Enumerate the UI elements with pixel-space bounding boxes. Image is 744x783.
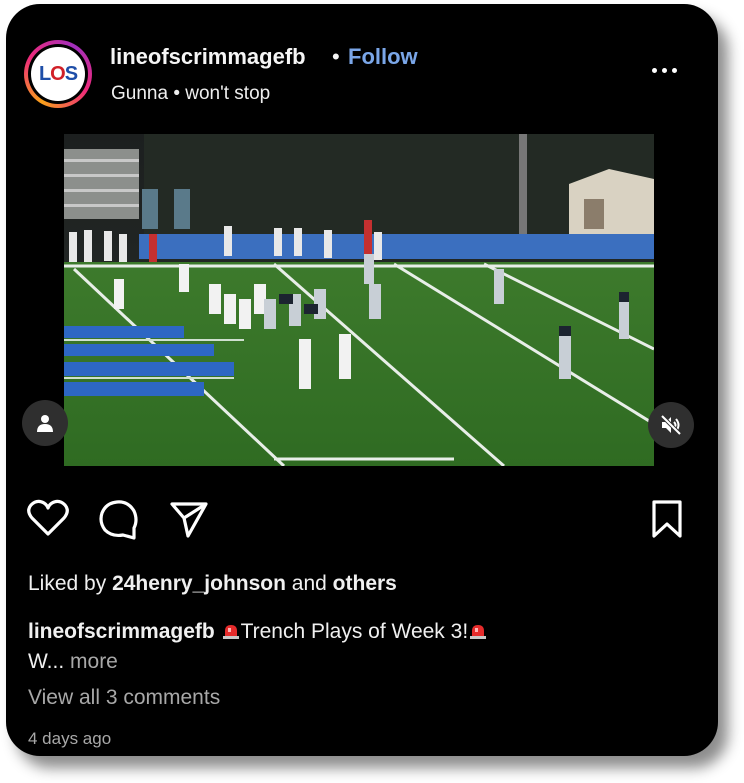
liked-by-others[interactable]: others bbox=[333, 572, 397, 595]
caption-truncated: W... bbox=[28, 650, 65, 673]
post-card: LOS lineofscrimmagefb • Follow Gunna • w… bbox=[6, 4, 718, 756]
post-timestamp: 4 days ago bbox=[28, 729, 112, 748]
likes-summary: Liked by 24henry_johnson and others bbox=[28, 572, 397, 596]
caption-more-button[interactable]: more bbox=[70, 650, 118, 673]
football-field-scene bbox=[64, 134, 654, 466]
police-light-emoji bbox=[470, 625, 487, 639]
more-options-icon[interactable] bbox=[652, 68, 684, 78]
caption-text: Trench Plays of Week 3! bbox=[240, 620, 469, 643]
person-icon[interactable] bbox=[22, 400, 68, 446]
liked-by-user[interactable]: 24henry_johnson bbox=[112, 572, 286, 595]
caption-username[interactable]: lineofscrimmagefb bbox=[28, 620, 215, 643]
police-light-emoji bbox=[222, 625, 239, 639]
follow-button[interactable]: Follow bbox=[348, 44, 418, 70]
speaker-muted-icon[interactable] bbox=[648, 402, 694, 448]
comment-bubble-icon[interactable] bbox=[98, 498, 140, 545]
bookmark-icon[interactable] bbox=[650, 498, 684, 545]
heart-icon[interactable] bbox=[26, 498, 70, 543]
post-username[interactable]: lineofscrimmagefb bbox=[110, 44, 306, 70]
post-caption: lineofscrimmagefb Trench Plays of Week 3… bbox=[28, 617, 708, 677]
likes-and: and bbox=[285, 572, 333, 595]
view-comments-link[interactable]: View all 3 comments bbox=[28, 686, 220, 710]
post-video[interactable] bbox=[64, 134, 654, 466]
audio-label[interactable]: Gunna • won't stop bbox=[111, 83, 270, 105]
separator-dot: • bbox=[332, 44, 340, 69]
paper-plane-icon[interactable] bbox=[168, 498, 210, 545]
profile-avatar[interactable]: LOS bbox=[24, 40, 92, 108]
los-logo: LOS bbox=[31, 47, 85, 101]
likes-prefix: Liked by bbox=[28, 572, 113, 595]
